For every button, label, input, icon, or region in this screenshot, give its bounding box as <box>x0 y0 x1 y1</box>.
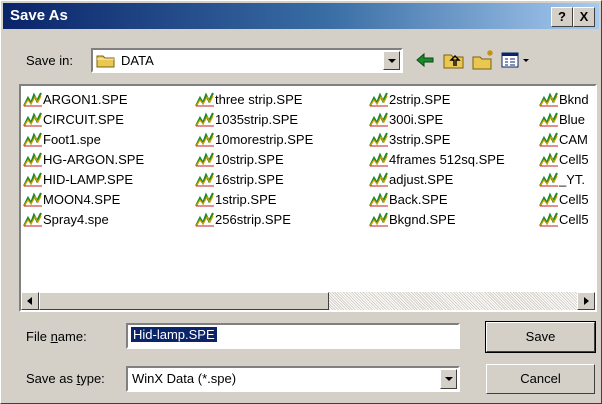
new-folder-icon <box>472 50 493 70</box>
spectrum-file-icon <box>539 92 558 107</box>
spectrum-file-icon <box>195 152 214 167</box>
horizontal-scrollbar[interactable] <box>21 292 595 310</box>
spectrum-file-icon <box>369 152 388 167</box>
back-arrow-icon <box>416 52 434 68</box>
file-name-text: 10strip.SPE <box>215 152 284 167</box>
save-as-type-value: WinX Data (*.spe) <box>132 371 237 386</box>
title-bar[interactable]: Save As ? X <box>3 3 599 29</box>
file-name-text: 1strip.SPE <box>215 192 277 207</box>
file-name-text: HID-LAMP.SPE <box>43 172 134 187</box>
file-name-text: Bknd <box>559 92 589 107</box>
file-name-text: Cell5 <box>559 212 589 227</box>
scroll-thumb[interactable] <box>39 292 329 310</box>
help-button[interactable]: ? <box>551 7 573 27</box>
spectrum-file-icon <box>369 192 388 207</box>
spectrum-file-icon <box>23 92 42 107</box>
spectrum-file-icon <box>195 112 214 127</box>
chevron-down-icon[interactable] <box>383 51 400 70</box>
up-one-level-button[interactable] <box>442 49 466 71</box>
file-name-text: 4frames 512sq.SPE <box>389 152 505 167</box>
file-name-text: 1035strip.SPE <box>215 112 299 127</box>
file-name-text: CAM <box>559 132 588 147</box>
up-folder-icon <box>443 54 464 69</box>
file-name-text: _YT. <box>559 172 586 187</box>
view-menu-button[interactable] <box>500 49 532 71</box>
file-name-text: 256strip.SPE <box>215 212 291 227</box>
save-as-dialog: Save As ? X Save in: DATA ARGON1.SPE CIR… <box>0 0 602 404</box>
spectrum-file-icon <box>539 172 558 187</box>
save-in-label: Save in: <box>26 53 73 68</box>
cancel-button[interactable]: Cancel <box>486 364 595 394</box>
spectrum-file-icon <box>539 112 558 127</box>
file-name-text: Cell5 <box>559 192 589 207</box>
spectrum-file-icon <box>369 132 388 147</box>
file-name-text: ARGON1.SPE <box>43 92 128 107</box>
file-name-text: Cell5 <box>559 152 589 167</box>
spectrum-file-icon <box>539 212 558 227</box>
file-name-text: 3strip.SPE <box>389 132 451 147</box>
file-name-text: Bkgnd.SPE <box>389 212 456 227</box>
save-as-type-label: Save as type: <box>26 371 105 386</box>
save-as-type-combo[interactable]: WinX Data (*.spe) <box>126 366 460 392</box>
spectrum-file-icon <box>539 152 558 167</box>
file-name-text: Back.SPE <box>389 192 448 207</box>
save-button[interactable]: Save <box>485 321 596 353</box>
spectrum-file-icon <box>23 212 42 227</box>
save-in-value: DATA <box>121 53 154 68</box>
spectrum-file-icon <box>195 192 214 207</box>
window-title: Save As <box>10 7 68 24</box>
file-name-text: MOON4.SPE <box>43 192 121 207</box>
scroll-left-button[interactable] <box>21 292 39 310</box>
file-name-text: Foot1.spe <box>43 132 101 147</box>
spectrum-file-icon <box>23 132 42 147</box>
spectrum-file-icon <box>195 172 214 187</box>
file-name-text: 10morestrip.SPE <box>215 132 314 147</box>
spectrum-file-icon <box>23 112 42 127</box>
new-folder-button[interactable] <box>471 49 495 71</box>
arrow-left-icon <box>27 297 32 305</box>
spectrum-file-icon <box>369 112 388 127</box>
file-list[interactable]: ARGON1.SPE CIRCUIT.SPE Foot1.spe HG-ARGON.S… <box>19 84 597 312</box>
file-name-text: 300i.SPE <box>389 112 444 127</box>
back-button[interactable] <box>413 49 437 71</box>
file-name-text: 16strip.SPE <box>215 172 284 187</box>
spectrum-file-icon <box>23 152 42 167</box>
file-name-text: CIRCUIT.SPE <box>43 112 124 127</box>
file-name-value: Hid-lamp.SPE <box>131 327 217 342</box>
file-name-text: three strip.SPE <box>215 92 303 107</box>
cancel-button-label: Cancel <box>520 371 561 386</box>
file-name-label: File name: <box>26 329 87 344</box>
spectrum-file-icon <box>195 132 214 147</box>
spectrum-file-icon <box>369 172 388 187</box>
file-name-text: Blue <box>559 112 586 127</box>
view-menu-icon <box>501 52 529 68</box>
arrow-right-icon <box>584 297 589 305</box>
save-in-combo[interactable]: DATA <box>91 48 403 73</box>
close-button[interactable]: X <box>573 7 595 27</box>
file-name-text: adjust.SPE <box>389 172 454 187</box>
file-name-text: 2strip.SPE <box>389 92 451 107</box>
file-name-text: HG-ARGON.SPE <box>43 152 145 167</box>
save-button-label: Save <box>525 329 556 344</box>
file-name-input[interactable]: Hid-lamp.SPE <box>126 323 460 349</box>
file-name-text: Spray4.spe <box>43 212 109 227</box>
spectrum-file-icon <box>539 192 558 207</box>
spectrum-file-icon <box>539 132 558 147</box>
spectrum-file-icon <box>195 92 214 107</box>
spectrum-file-icon <box>369 212 388 227</box>
spectrum-file-icon <box>195 212 214 227</box>
scroll-right-button[interactable] <box>577 292 595 310</box>
chevron-down-icon[interactable] <box>440 369 457 389</box>
folder-icon <box>96 55 115 68</box>
spectrum-file-icon <box>369 92 388 107</box>
spectrum-file-icon <box>23 172 42 187</box>
spectrum-file-icon <box>23 192 42 207</box>
